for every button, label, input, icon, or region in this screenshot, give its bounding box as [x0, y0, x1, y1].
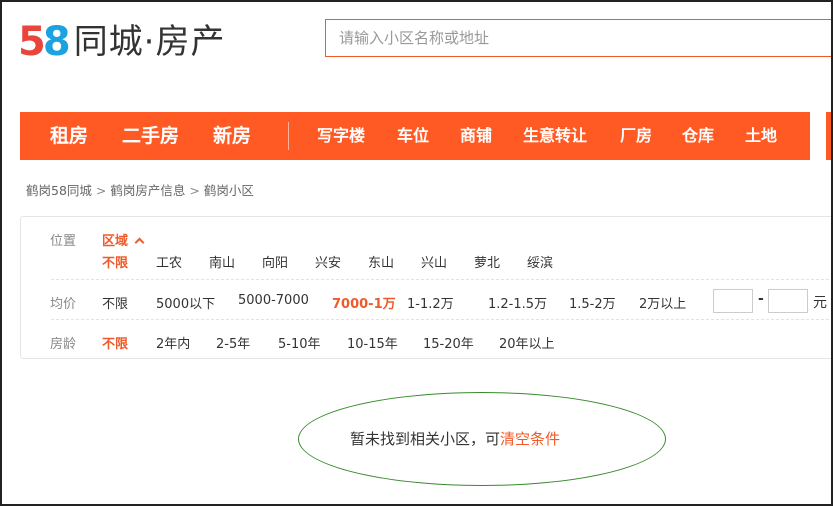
area-toggle-label: 区域 — [102, 234, 129, 249]
nav-item-shop[interactable]: 商铺 — [460, 112, 492, 160]
breadcrumb-separator: > — [95, 183, 107, 198]
price-option-selected[interactable]: 7000-1万 — [332, 293, 396, 312]
nav-item-second-hand[interactable]: 二手房 — [122, 112, 179, 160]
age-option-selected[interactable]: 不限 — [102, 333, 128, 352]
location-option[interactable]: 萝北 — [474, 252, 500, 271]
nav-item-rent[interactable]: 租房 — [50, 112, 88, 160]
nav-item-warehouse[interactable]: 仓库 — [682, 112, 714, 160]
nav-item-office[interactable]: 写字楼 — [317, 112, 365, 160]
chevron-up-icon — [134, 237, 145, 248]
logo-digit-5: 5 — [18, 19, 46, 65]
location-option[interactable]: 东山 — [368, 252, 394, 271]
age-option[interactable]: 2年内 — [156, 333, 190, 352]
price-min-input[interactable] — [713, 289, 753, 313]
clear-filters-link[interactable]: 清空条件 — [500, 430, 560, 448]
filter-panel: 位置 区域 不限 工农 南山 向阳 兴安 东山 兴山 萝北 绥滨 均价 不限 5… — [20, 216, 831, 359]
location-option[interactable]: 兴安 — [315, 252, 341, 271]
breadcrumb-separator: > — [189, 183, 200, 198]
logo-digit-8: 8 — [42, 19, 71, 65]
age-option[interactable]: 10-15年 — [347, 333, 398, 352]
price-option[interactable]: 不限 — [102, 293, 128, 312]
price-unit: 元 — [813, 295, 827, 311]
price-option[interactable]: 1.5-2万 — [569, 293, 616, 312]
location-option[interactable]: 兴山 — [421, 252, 447, 271]
price-max-input[interactable] — [768, 289, 808, 313]
row-divider — [51, 279, 831, 280]
nav-item-land[interactable]: 土地 — [745, 112, 777, 160]
breadcrumb: 鹤岗58同城 > 鹤岗房产信息 > 鹤岗小区 — [26, 180, 254, 199]
site-logo[interactable]: 58 同城·房产 — [18, 20, 226, 64]
search-input[interactable] — [326, 20, 831, 56]
age-option[interactable]: 20年以上 — [499, 333, 555, 352]
nav-item-factory[interactable]: 厂房 — [620, 112, 652, 160]
breadcrumb-item-realestate[interactable]: 鹤岗房产信息 — [110, 183, 185, 198]
filter-label-location: 位置 — [50, 234, 77, 249]
nav-item-new-house[interactable]: 新房 — [213, 112, 251, 160]
location-option[interactable]: 绥滨 — [527, 252, 553, 271]
price-option[interactable]: 2万以上 — [639, 293, 686, 312]
age-option[interactable]: 15-20年 — [423, 333, 474, 352]
empty-state-text: 暂未找到相关小区，可 — [350, 430, 501, 448]
nav-item-parking[interactable]: 车位 — [397, 112, 429, 160]
price-option[interactable]: 1-1.2万 — [407, 293, 454, 312]
filter-label-age: 房龄 — [50, 337, 77, 352]
nav-item-business-transfer[interactable]: 生意转让 — [523, 112, 587, 160]
breadcrumb-item-city[interactable]: 鹤岗58同城 — [26, 183, 92, 198]
location-option[interactable]: 向阳 — [262, 252, 288, 271]
price-option[interactable]: 1.2-1.5万 — [488, 293, 547, 312]
price-option[interactable]: 5000-7000 — [238, 293, 309, 308]
page-frame: 58 同城·房产 租房 二手房 新房 写字楼 车位 商铺 生意转让 厂房 仓库 … — [0, 0, 833, 506]
main-nav: 租房 二手房 新房 写字楼 车位 商铺 生意转让 厂房 仓库 土地 — [20, 112, 810, 160]
location-option[interactable]: 南山 — [209, 252, 235, 271]
logo-58-mark: 58 — [18, 19, 71, 65]
age-option[interactable]: 5-10年 — [278, 333, 321, 352]
location-option[interactable]: 工农 — [156, 252, 182, 271]
breadcrumb-item-communities[interactable]: 鹤岗小区 — [204, 183, 254, 198]
empty-state-message: 暂未找到相关小区，可清空条件 — [350, 428, 560, 449]
nav-edge — [826, 112, 831, 160]
location-option[interactable]: 不限 — [102, 252, 128, 271]
age-option[interactable]: 2-5年 — [216, 333, 250, 352]
price-option[interactable]: 5000以下 — [156, 293, 215, 312]
area-toggle[interactable]: 区域 — [102, 230, 145, 249]
search-box — [325, 19, 831, 57]
price-range-separator: - — [758, 291, 764, 307]
logo-text: 同城·房产 — [73, 22, 226, 62]
nav-divider — [288, 122, 289, 150]
row-divider — [51, 319, 831, 320]
filter-label-price: 均价 — [50, 297, 77, 312]
